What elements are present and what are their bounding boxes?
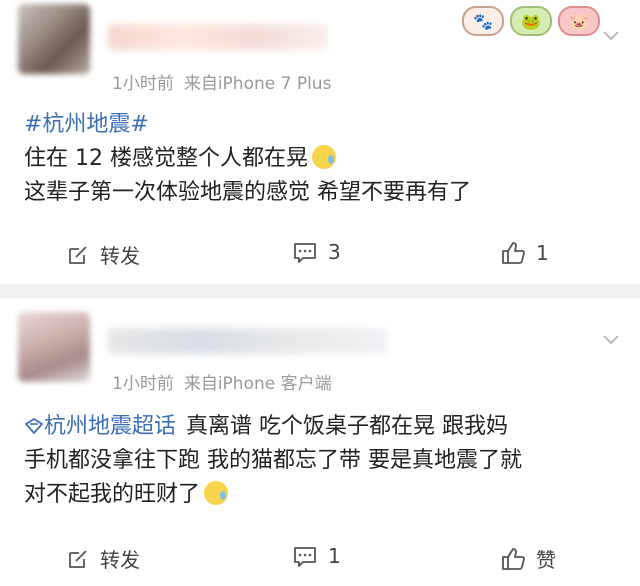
post-source: 来自iPhone 客户端: [183, 374, 332, 394]
like-count: 1: [536, 241, 549, 265]
username-blurred[interactable]: [108, 328, 388, 354]
comment-button[interactable]: 3: [292, 240, 341, 264]
post-text-line: 手机都没拿往下跑 我的猫都忘了带 要是真地震了就: [24, 448, 522, 473]
post-content: 杭州地震超话 真离谱 吃个饭桌子都在晃 跟我妈 手机都没拿往下跑 我的猫都忘了带 …: [24, 410, 522, 512]
post-meta: 1小时前 来自iPhone 7 Plus: [112, 69, 341, 94]
post-text-line: 对不起我的旺财了: [24, 482, 201, 507]
like-label: 赞: [536, 548, 556, 572]
post-text-line: 真离谱 吃个饭桌子都在晃 跟我妈: [186, 414, 509, 439]
post-meta: 1小时前 来自iPhone 客户端: [112, 369, 342, 394]
action-bar: 转发 3 1: [0, 236, 640, 276]
comment-icon: [294, 243, 316, 263]
comment-icon: [294, 547, 316, 567]
chevron-down-icon[interactable]: [602, 26, 620, 44]
super-topic-link[interactable]: 杭州地震超话: [44, 414, 176, 439]
post-text-line: 住在 12 楼感觉整个人都在晃: [24, 146, 308, 171]
username-blurred[interactable]: [108, 24, 328, 50]
sticker-icon: 🐸: [510, 6, 552, 36]
repost-button[interactable]: 转发: [66, 240, 140, 269]
post-time: 1小时前: [112, 74, 174, 94]
action-bar: 转发 1 赞: [0, 540, 640, 580]
sticker-icon: 🐾: [462, 6, 504, 36]
comment-button[interactable]: 1: [292, 544, 341, 568]
post-card: 🐾 🐸 🐷 1小时前 来自iPhone 7 Plus #杭州地震# 住在 12 楼…: [0, 0, 640, 284]
comment-count: 3: [328, 240, 341, 264]
post-separator: [0, 284, 640, 298]
like-button[interactable]: 赞: [500, 544, 556, 573]
post-time: 1小时前: [112, 374, 174, 394]
thumbs-up-icon: [502, 547, 525, 570]
repost-icon: [69, 549, 87, 568]
like-button[interactable]: 1: [500, 240, 549, 266]
post-source: 来自iPhone 7 Plus: [183, 74, 332, 94]
sticker-icon: 🐷: [558, 6, 600, 36]
hashtag-link[interactable]: #杭州地震#: [24, 112, 149, 137]
repost-label: 转发: [100, 548, 140, 572]
post-text-line: 这辈子第一次体验地震的感觉 希望不要再有了: [24, 180, 471, 205]
post-content: #杭州地震# 住在 12 楼感觉整个人都在晃 这辈子第一次体验地震的感觉 希望不…: [24, 108, 471, 210]
super-topic-icon: [25, 418, 43, 434]
repost-button[interactable]: 转发: [66, 544, 140, 573]
avatar[interactable]: [18, 312, 90, 382]
repost-label: 转发: [100, 244, 140, 268]
sticker-badges: 🐾 🐸 🐷: [462, 6, 600, 36]
chevron-down-icon[interactable]: [602, 330, 620, 348]
comment-count: 1: [328, 544, 341, 568]
repost-icon: [69, 245, 87, 264]
avatar[interactable]: [18, 4, 90, 74]
sweat-emoji-icon: [311, 145, 336, 169]
crying-emoji-icon: [204, 481, 229, 505]
thumbs-up-icon: [502, 242, 525, 264]
